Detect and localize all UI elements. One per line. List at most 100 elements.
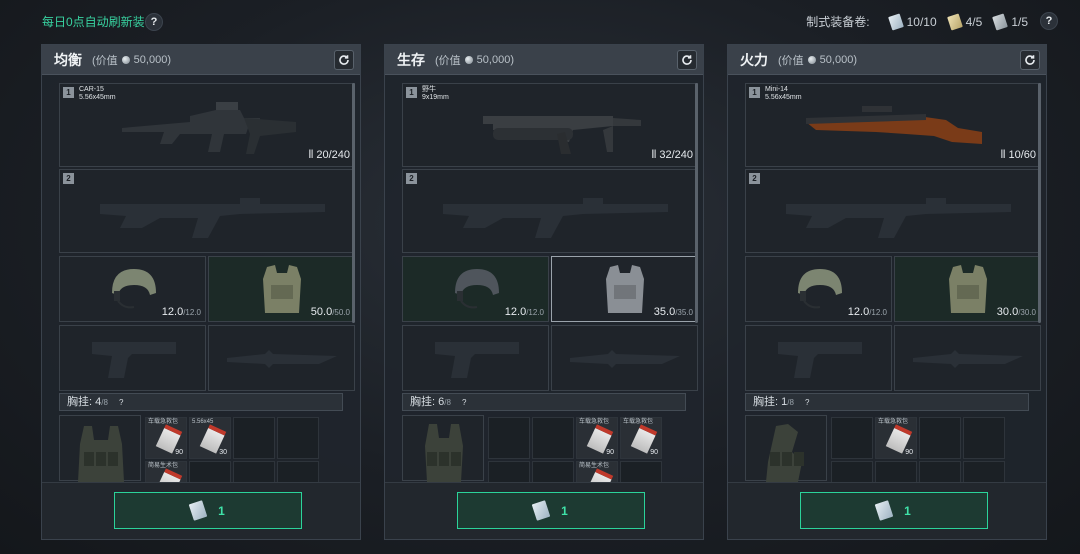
pistol-slot[interactable]: [402, 325, 549, 391]
rig-cell[interactable]: 车载急救包 90: [145, 417, 187, 459]
pistol-slot[interactable]: [59, 325, 206, 391]
item-label: 车载急救包: [148, 419, 179, 425]
weapon-caliber: 5.56x45mm: [765, 94, 802, 101]
chest-rig-icon: [425, 424, 463, 482]
primary-weapon-slot[interactable]: 1 野牛 9x19mm ⦀ 32/240: [402, 83, 698, 167]
item-count: 30: [219, 449, 227, 456]
scrollbar[interactable]: [695, 83, 698, 323]
rifle-icon: [806, 106, 982, 144]
helmet-slot[interactable]: 12.0/12.0: [402, 256, 549, 322]
slot-number: 1: [63, 87, 74, 98]
help-button[interactable]: ?: [145, 13, 163, 31]
rifle-placeholder-icon: [443, 198, 668, 238]
panel-header: 生存 (价值 50,000): [385, 45, 703, 75]
rig-cell[interactable]: 车载急救包 90: [875, 417, 917, 459]
voucher-icon: [188, 500, 208, 521]
rig-label: 胸挂:: [753, 396, 779, 408]
secondary-weapon-slot[interactable]: 2: [745, 169, 1041, 253]
rig-cell[interactable]: [963, 417, 1005, 459]
rig-cell[interactable]: [277, 417, 319, 459]
help-button[interactable]: ?: [1040, 12, 1058, 30]
chest-rig-icon: [78, 426, 124, 482]
helmet-slot[interactable]: 12.0/12.0: [745, 256, 892, 322]
claim-cost: 1: [218, 503, 225, 518]
durability-value: 35.0/35.0: [654, 306, 693, 318]
durability-current: 30.0: [996, 306, 1019, 318]
primary-weapon-slot[interactable]: 1 CAR-15 5.56x45mm ⦀ 20/240: [59, 83, 355, 167]
voucher-summary: 制式装备卷: 10/10 4/5 1/5: [806, 12, 1028, 31]
armor-slot[interactable]: 50.0/50.0: [208, 256, 355, 322]
claim-button[interactable]: 1: [457, 492, 645, 529]
weapon-caliber: 5.56x45mm: [79, 94, 116, 101]
item-count: 90: [606, 449, 614, 456]
slot-number: 1: [749, 87, 760, 98]
knife-placeholder-icon: [227, 350, 337, 368]
chest-rig-slot[interactable]: [59, 415, 141, 482]
chest-rig-bar: 胸挂: 6/8 ?: [402, 393, 686, 411]
item-count: 90: [650, 449, 658, 456]
rig-cell[interactable]: [488, 417, 530, 459]
helmet-icon: [455, 269, 499, 309]
durability-max: /35.0: [675, 308, 693, 317]
helmet-icon: [798, 269, 842, 309]
armor-slot[interactable]: 30.0/30.0: [894, 256, 1041, 322]
claim-button[interactable]: 1: [800, 492, 988, 529]
body-armor-icon: [949, 265, 987, 313]
durability-max: /12.0: [183, 308, 201, 317]
loadout-panel: 均衡 (价值 50,000) 1 CAR-15 5.56x45mm ⦀ 20/24…: [41, 44, 361, 540]
panel-footer: 1: [385, 482, 703, 539]
voucher-counter: 10/10: [887, 12, 937, 31]
melee-slot[interactable]: [208, 325, 355, 391]
scrollbar[interactable]: [352, 83, 355, 323]
refresh-button[interactable]: [1020, 50, 1040, 70]
durability-current: 12.0: [504, 306, 527, 318]
primary-weapon-slot[interactable]: 1 Mini-14 5.56x45mm ⦀ 10/60: [745, 83, 1041, 167]
refresh-button[interactable]: [677, 50, 697, 70]
ammo-count: ⦀ 20/240: [308, 149, 350, 162]
armor-slot[interactable]: 35.0/35.0: [551, 256, 698, 322]
chest-rig-slot[interactable]: [402, 415, 484, 482]
rifle-placeholder-icon: [786, 198, 1011, 238]
ammo-value: 32/240: [659, 149, 693, 161]
slot-number: 2: [749, 173, 760, 184]
rifle-icon: [122, 102, 296, 154]
refresh-button[interactable]: [334, 50, 354, 70]
chest-rig-slot[interactable]: [745, 415, 827, 482]
helmet-slot[interactable]: 12.0/12.0: [59, 256, 206, 322]
rig-capacity: /8: [101, 398, 108, 407]
scrollbar[interactable]: [1038, 83, 1041, 323]
knife-placeholder-icon: [570, 350, 680, 368]
voucher-icon: [874, 500, 894, 521]
rig-cell[interactable]: 5.56x45 30: [189, 417, 231, 459]
rig-cell[interactable]: 车载急救包 90: [576, 417, 618, 459]
secondary-weapon-slot[interactable]: 2: [59, 169, 355, 253]
rig-cell[interactable]: [532, 417, 574, 459]
durability-current: 12.0: [161, 306, 184, 318]
rig-cell[interactable]: [919, 417, 961, 459]
voucher-icon: [946, 12, 963, 31]
rig-cell[interactable]: 车载急救包 90: [620, 417, 662, 459]
ammo-value: 10/60: [1008, 149, 1036, 161]
rig-cell[interactable]: [831, 417, 873, 459]
melee-slot[interactable]: [894, 325, 1041, 391]
rig-help-icon[interactable]: ?: [119, 398, 123, 407]
pistol-placeholder-icon: [778, 342, 862, 378]
ammo-value: 20/240: [316, 149, 350, 161]
claim-button[interactable]: 1: [114, 492, 302, 529]
pistol-slot[interactable]: [745, 325, 892, 391]
item-count: 90: [175, 449, 183, 456]
slot-number: 2: [406, 173, 417, 184]
pistol-placeholder-icon: [435, 342, 519, 378]
rig-cell[interactable]: [233, 417, 275, 459]
ammo-icon: ⦀: [651, 149, 657, 161]
melee-slot[interactable]: [551, 325, 698, 391]
slot-number: 2: [63, 173, 74, 184]
panel-value: 50,000): [476, 53, 514, 66]
rig-help-icon[interactable]: ?: [805, 398, 809, 407]
rig-help-icon[interactable]: ?: [462, 398, 466, 407]
panel-header: 均衡 (价值 50,000): [42, 45, 360, 75]
panel-footer: 1: [728, 482, 1046, 539]
voucher-icon: [887, 12, 904, 31]
secondary-weapon-slot[interactable]: 2: [402, 169, 698, 253]
durability-value: 12.0/12.0: [162, 306, 201, 318]
